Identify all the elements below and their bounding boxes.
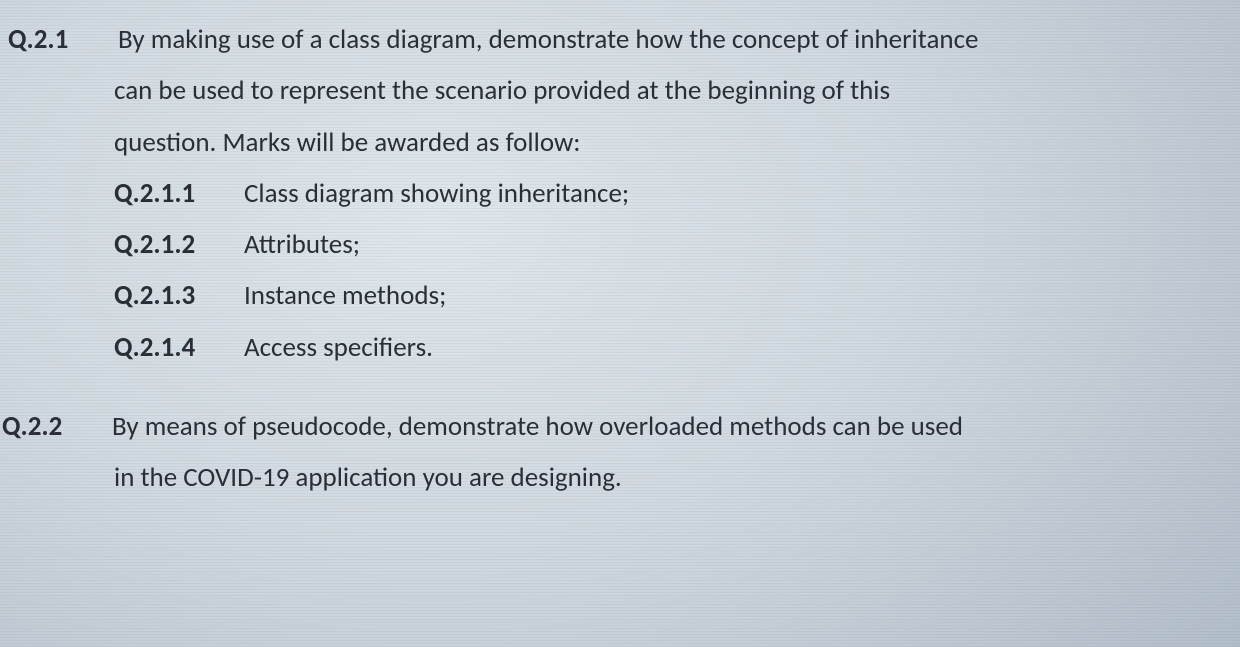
question-number: Q.2.1 xyxy=(2,14,118,65)
subquestion-number: Q.2.1.4 xyxy=(114,322,244,373)
subquestion-2-1-3: Q.2.1.3 Instance methods; xyxy=(2,270,1210,321)
subquestion-text: Instance methods; xyxy=(244,270,1210,321)
subquestion-number: Q.2.1.1 xyxy=(114,168,244,219)
question-text-line2: can be used to represent the scenario pr… xyxy=(2,65,1210,116)
subquestion-2-1-4: Q.2.1.4 Access specifiers. xyxy=(2,322,1210,373)
question-text-line1: By making use of a class diagram, demons… xyxy=(118,14,1210,65)
question-text-line3: question. Marks will be awarded as follo… xyxy=(2,117,1210,168)
question-number: Q.2.2 xyxy=(2,401,112,452)
subquestion-text: Class diagram showing inheritance; xyxy=(244,168,1210,219)
subquestion-text: Attributes; xyxy=(244,219,1210,270)
subquestion-number: Q.2.1.2 xyxy=(114,219,244,270)
subquestion-text: Access specifiers. xyxy=(244,322,1210,373)
question-text-line2: in the COVID-19 application you are desi… xyxy=(2,452,1210,503)
question-2-1: Q.2.1 By making use of a class diagram, … xyxy=(2,14,1210,65)
subquestion-number: Q.2.1.3 xyxy=(114,270,244,321)
subquestion-2-1-2: Q.2.1.2 Attributes; xyxy=(2,219,1210,270)
question-text-line1: By means of pseudocode, demonstrate how … xyxy=(112,401,1210,452)
question-2-2: Q.2.2 By means of pseudocode, demonstrat… xyxy=(2,401,1210,452)
subquestion-2-1-1: Q.2.1.1 Class diagram showing inheritanc… xyxy=(2,168,1210,219)
